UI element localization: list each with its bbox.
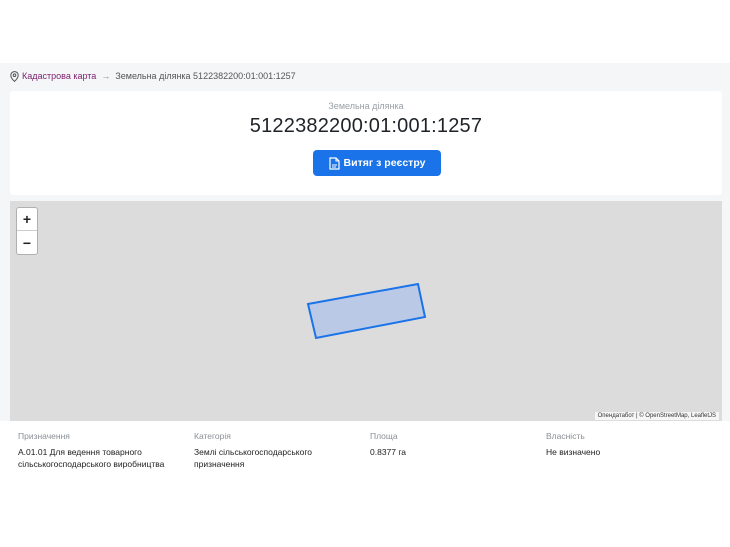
registry-extract-button[interactable]: Витяг з реєстру (313, 150, 441, 176)
parcel-map[interactable]: + − Опендатабот | © OpenStreetMap, Leafl… (10, 201, 722, 421)
detail-purpose-value: А.01.01 Для ведення товарного сільського… (18, 447, 165, 469)
cadastral-number: 5122382200:01:001:1257 (249, 115, 483, 137)
breadcrumb-separator: → (101, 71, 111, 81)
map-attribution: Опендатабот | © OpenStreetMap, LeafletJS (594, 412, 719, 420)
detail-area-value: 0.8377 га (370, 447, 407, 457)
detail-ownership-value: Не визначено (546, 447, 601, 457)
zoom-control: + − (16, 207, 38, 255)
detail-ownership-label: Власність (546, 431, 585, 441)
breadcrumb-link-cadastral-map[interactable]: Кадастрова карта (22, 71, 96, 81)
detail-purpose-label: Призначення (18, 431, 70, 441)
detail-purpose: Призначення А.01.01 Для ведення товарног… (18, 431, 188, 470)
detail-area: Площа 0.8377 га (370, 431, 540, 458)
parcel-header-card: Земельна ділянка 5122382200:01:001:1257 … (10, 91, 722, 195)
map-pin-icon (10, 70, 19, 82)
registry-extract-label: Витяг з реєстру (343, 157, 426, 169)
breadcrumb: Кадастрова карта → Земельна ділянка 5122… (10, 69, 296, 83)
detail-category-value: Землі сільськогосподарського призначення (194, 447, 312, 469)
detail-category-label: Категорія (194, 431, 231, 441)
parcel-details: Призначення А.01.01 Для ведення товарног… (0, 421, 730, 483)
parcel-polygon[interactable] (306, 283, 436, 343)
document-icon (328, 156, 340, 170)
parcel-label: Земельна ділянка (328, 101, 404, 111)
detail-ownership: Власність Не визначено (546, 431, 716, 458)
detail-area-label: Площа (370, 431, 398, 441)
zoom-in-button[interactable]: + (17, 208, 37, 231)
detail-category: Категорія Землі сільськогосподарського п… (194, 431, 364, 470)
zoom-out-button[interactable]: − (17, 231, 37, 254)
breadcrumb-current: Земельна ділянка 5122382200:01:001:1257 (115, 71, 296, 81)
